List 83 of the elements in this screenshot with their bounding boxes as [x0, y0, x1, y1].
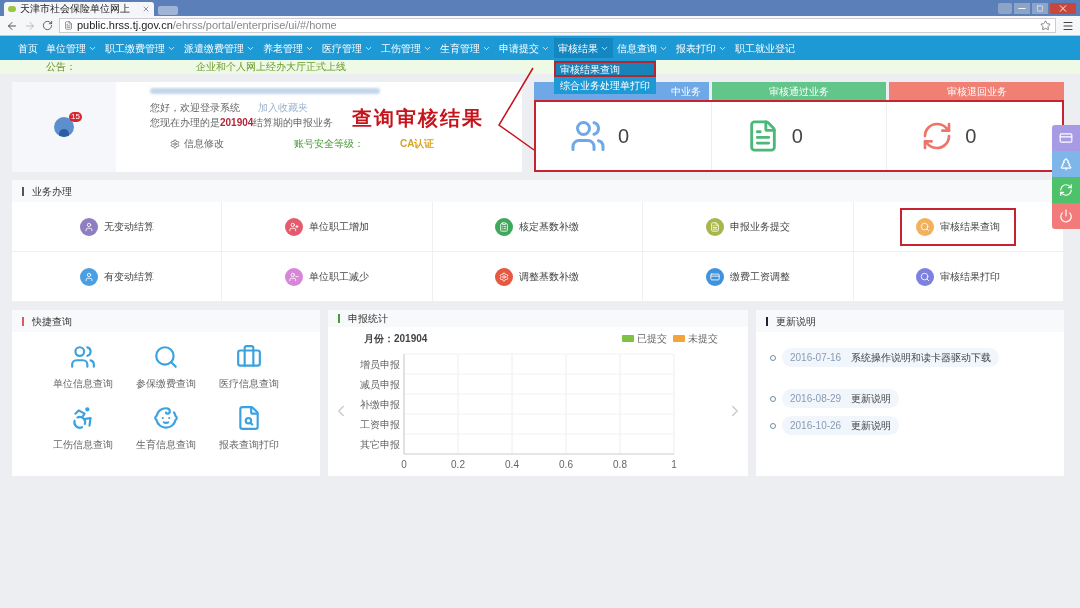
settings-icon — [170, 139, 180, 149]
maximize-icon[interactable] — [1032, 3, 1048, 14]
y-tick-label: 增员申报 — [359, 359, 400, 370]
nav-item[interactable]: 审核结果 — [554, 38, 613, 58]
legend-label: 未提交 — [688, 332, 718, 346]
business-tile[interactable]: 审核结果打印 — [900, 257, 1017, 296]
x-tick-label: 0.4 — [505, 459, 520, 470]
side-button[interactable] — [1052, 177, 1080, 203]
x-tick-label: 0.6 — [559, 459, 574, 470]
y-tick-label: 其它申报 — [360, 439, 400, 450]
x-tick-label: 1 — [671, 459, 678, 470]
people-icon — [570, 118, 606, 154]
quick-link[interactable]: 医疗信息查询 — [207, 344, 290, 391]
period-text: 您现在办理的是201904结算期的申报业务 — [150, 118, 334, 128]
forward-icon[interactable] — [24, 19, 36, 32]
business-tile[interactable]: 缴费工资调整 — [689, 257, 806, 296]
menu-item[interactable]: 审核结果查询 — [554, 61, 656, 77]
address-field[interactable]: public.hrss.tj.gov.cn/ehrss/portal/enterprise/ui/#/home — [59, 18, 1056, 33]
close-icon[interactable] — [142, 5, 150, 13]
quick-link[interactable]: 生育信息查询 — [124, 405, 208, 452]
people-icon — [70, 344, 97, 370]
stat-header: 审核退回业务 — [889, 82, 1064, 100]
page-icon — [64, 21, 73, 30]
panel-title: 申报统计 — [348, 312, 388, 326]
close-icon[interactable] — [1050, 3, 1076, 14]
tab-title: 天津市社会保险单位网上 — [20, 4, 130, 14]
security-label: 账号安全等级： — [294, 139, 364, 149]
side-button[interactable] — [1052, 203, 1080, 229]
update-entry[interactable]: 2016-08-29 更新说明 — [782, 389, 900, 408]
x-tick-label: 0 — [401, 459, 408, 470]
y-tick-label: 补缴申报 — [360, 399, 400, 410]
business-tile[interactable]: 调整基数补缴 — [479, 257, 596, 296]
browser-tab[interactable]: 天津市社会保险单位网上 — [4, 2, 154, 16]
business-tile[interactable]: 无变动结算 — [63, 207, 170, 246]
stat-count: 0 — [618, 124, 630, 149]
x-tick-label: 0.2 — [451, 459, 466, 470]
edit-link[interactable]: 信息修改 — [184, 139, 224, 149]
stat-count: 0 — [791, 124, 803, 149]
stat-count: 0 — [965, 124, 977, 149]
business-tile[interactable]: 申报业务提交 — [689, 207, 806, 246]
panel-title: 业务办理 — [32, 184, 72, 199]
quick-link[interactable]: 参保缴费查询 — [124, 344, 208, 391]
update-entry[interactable]: 2016-07-16 系统操作说明和读卡器驱动下载 — [782, 348, 1000, 367]
business-tile[interactable]: 审核结果查询 — [900, 207, 1017, 246]
update-entry[interactable]: 2016-10-26 更新说明 — [782, 416, 900, 435]
greeting-text: 您好，欢迎登录系统 — [150, 103, 240, 113]
reload-icon[interactable] — [42, 20, 53, 31]
minimize-icon[interactable] — [1014, 3, 1030, 14]
avatar — [54, 117, 74, 137]
quick-link[interactable]: 工伤信息查询 — [42, 405, 125, 452]
month-label: 月份：201904 — [364, 332, 428, 346]
url-text: public.hrss.tj.gov.cn/ehrss/portal/enterprise/ui/#/home — [77, 20, 337, 31]
leaf-icon — [8, 6, 16, 12]
refresh-icon — [1059, 183, 1073, 197]
power-icon — [1059, 209, 1073, 223]
back-icon[interactable] — [6, 19, 18, 32]
notice-label: 公告： — [46, 62, 76, 72]
security-level: CA认证 — [400, 139, 435, 149]
side-button[interactable] — [1052, 151, 1080, 177]
y-tick-label: 减员申报 — [360, 379, 400, 390]
user-button[interactable] — [998, 3, 1012, 14]
x-tick-label: 0.8 — [613, 459, 628, 470]
notice-text: 企业和个人网上经办大厅正式上线 — [196, 62, 346, 72]
notification-badge: 15 — [69, 112, 82, 122]
star-icon[interactable] — [1040, 20, 1051, 31]
side-button[interactable] — [1052, 125, 1080, 151]
annotation-text: 查询审核结果 — [352, 105, 484, 132]
business-tile[interactable]: 有变动结算 — [63, 257, 170, 296]
stat-header: 审核通过业务 — [711, 82, 887, 100]
card-icon — [1059, 131, 1073, 145]
business-tile[interactable]: 单位职工增加 — [269, 207, 386, 246]
menu-icon[interactable] — [1062, 19, 1074, 32]
y-tick-label: 工资申报 — [360, 419, 400, 430]
quick-link[interactable]: 报表查询打印 — [207, 405, 290, 452]
search-icon — [153, 344, 179, 370]
quick-link[interactable]: 单位信息查询 — [42, 344, 125, 391]
business-tile[interactable]: 单位职工减少 — [269, 257, 386, 296]
panel-title: 快捷查询 — [32, 314, 72, 329]
panel-title: 更新说明 — [776, 314, 816, 329]
new-tab-button[interactable] — [158, 6, 178, 15]
legend-label: 已提交 — [637, 332, 667, 346]
tree-icon — [1059, 157, 1073, 171]
business-tile[interactable]: 核定基数补缴 — [479, 207, 596, 246]
